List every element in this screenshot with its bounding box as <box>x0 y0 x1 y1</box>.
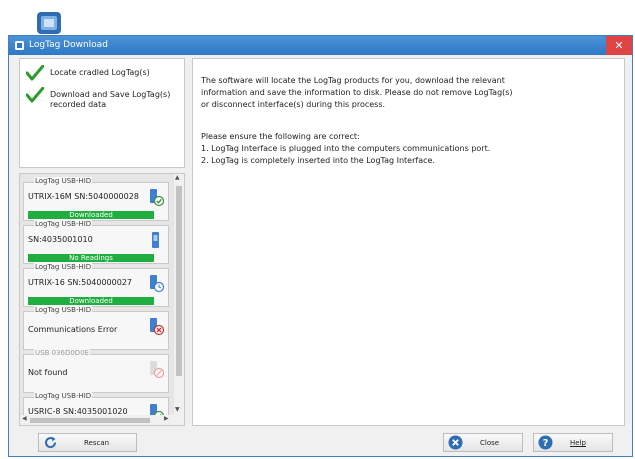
vertical-scrollbar[interactable]: ▲ ▼ <box>174 174 184 417</box>
title-bar: LogTag Download ✕ <box>9 36 632 55</box>
help-label: Help <box>570 439 586 447</box>
device-item[interactable]: LogTag USB-HID UTRIX-16M SN:5040000028 D… <box>23 177 169 221</box>
info-text: information and save the information to … <box>201 88 513 97</box>
svg-text:?: ? <box>543 438 549 449</box>
device-item[interactable]: LogTag USB-HID UTRIX-16 SN:5040000027 Do… <box>23 263 169 307</box>
device-header: LogTag USB-HID <box>34 177 93 185</box>
checkmark-icon <box>25 86 45 103</box>
help-button[interactable]: ? Help <box>533 433 613 452</box>
device-serial: UTRIX-16 SN:5040000027 <box>28 278 133 287</box>
info-text: 1. LogTag Interface is plugged into the … <box>201 144 491 153</box>
help-icon: ? <box>538 435 553 450</box>
close-button[interactable]: Close <box>443 433 523 452</box>
scroll-left-icon[interactable]: ◀ <box>22 415 27 422</box>
logtag-clock-icon <box>148 275 165 293</box>
close-label: Close <box>480 439 500 447</box>
refresh-icon <box>43 435 58 450</box>
device-serial: UTRIX-16M SN:5040000028 <box>28 192 139 201</box>
scroll-thumb[interactable] <box>176 186 182 376</box>
device-serial: Communications Error <box>28 325 118 334</box>
scroll-down-icon[interactable]: ▼ <box>175 406 180 413</box>
device-item[interactable]: USB 036D0D0E Not found <box>23 349 169 393</box>
device-header: LogTag USB-HID <box>34 392 93 400</box>
info-text: The software will locate the LogTag prod… <box>201 76 505 85</box>
steps-panel: Locate cradled LogTag(s) Download and Sa… <box>19 58 185 168</box>
logtag-icon <box>14 40 25 51</box>
logtag-error-icon <box>148 318 165 336</box>
device-header: USB 036D0D0E <box>34 349 91 357</box>
info-text: or disconnect interface(s) during this p… <box>201 100 386 109</box>
scroll-right-icon[interactable]: ▶ <box>164 415 169 422</box>
rescan-label: Rescan <box>84 439 110 447</box>
horizontal-scrollbar[interactable]: ◀ ▶ <box>20 415 184 425</box>
device-serial: SN:4035001010 <box>28 235 93 244</box>
device-header: LogTag USB-HID <box>34 220 93 228</box>
window-title: LogTag Download <box>29 40 108 50</box>
checkmark-icon <box>25 64 45 81</box>
status-bar: Downloaded <box>28 211 154 219</box>
device-item[interactable]: LogTag USB-HID SN:4035001010 No Readings <box>23 220 169 264</box>
device-header: LogTag USB-HID <box>34 306 93 314</box>
device-serial: Not found <box>28 368 68 377</box>
info-text: 2. LogTag is completely inserted into th… <box>201 156 435 165</box>
info-panel: The software will locate the LogTag prod… <box>192 58 625 426</box>
status-bar: No Readings <box>28 254 154 262</box>
device-list[interactable]: LogTag USB-HID UTRIX-16M SN:5040000028 D… <box>19 173 185 426</box>
close-icon <box>448 435 463 450</box>
status-bar: Downloaded <box>28 297 154 305</box>
step-label: Download and Save LogTag(s) recorded dat… <box>50 90 171 109</box>
logtag-download-window: LogTag Download ✕ Locate cradled LogTag(… <box>8 35 633 457</box>
rescan-button[interactable]: Rescan <box>38 433 137 452</box>
scroll-thumb[interactable] <box>30 418 150 423</box>
device-header: LogTag USB-HID <box>34 263 93 271</box>
logtag-app-icon[interactable] <box>34 8 64 34</box>
logtag-ok-icon <box>148 189 165 207</box>
logtag-device-icon <box>148 232 164 250</box>
device-item[interactable]: LogTag USB-HID Communications Error <box>23 306 169 350</box>
info-text: Please ensure the following are correct: <box>201 132 360 141</box>
close-window-button[interactable]: ✕ <box>606 36 632 55</box>
scroll-up-icon[interactable]: ▲ <box>175 174 180 181</box>
not-found-icon <box>148 361 165 379</box>
step-label: Locate cradled LogTag(s) <box>50 68 150 77</box>
